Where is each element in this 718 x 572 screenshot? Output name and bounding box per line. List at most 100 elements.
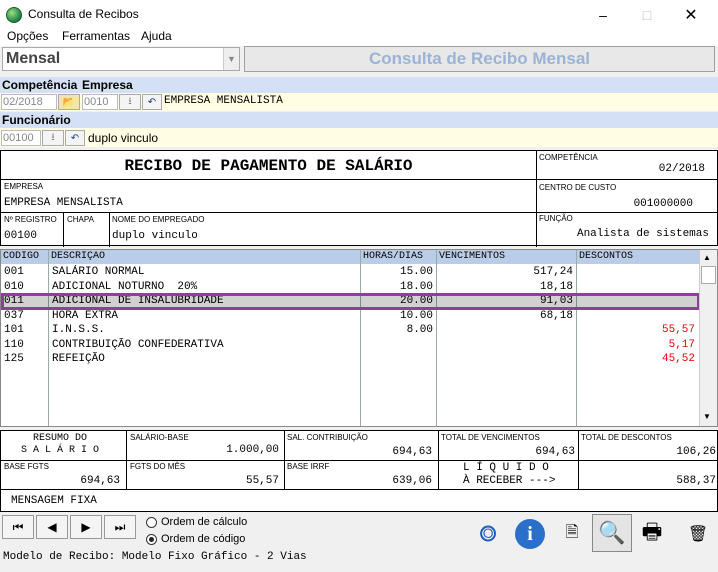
cell-code: 037 (4, 309, 24, 322)
menu-opcoes[interactable]: Opções (7, 29, 48, 43)
table-row[interactable]: 101 I.N.S.S. 8.00 55,57 (1, 323, 699, 338)
prev-record-button[interactable]: ◀ (36, 515, 68, 539)
cell-vencimento: 68,18 (539, 309, 573, 322)
network-icon[interactable]: ⭗ (468, 515, 508, 553)
document-refresh-icon[interactable]: 🗎 (552, 515, 592, 553)
mode-select[interactable]: Mensal ▼ (2, 47, 240, 71)
empresa-code-input[interactable]: 0010 (82, 94, 118, 110)
menu-ferramentas[interactable]: Ferramentas (62, 29, 130, 43)
items-grid: CÓDIGO DESCRIÇÃO HORAS/DIAS VENCIMENTOS … (0, 249, 718, 427)
funcionario-name: duplo vinculo (88, 131, 159, 145)
empresa-name: EMPRESA MENSALISTA (164, 95, 283, 107)
liquido-line2: À RECEBER ---> (463, 475, 556, 487)
page-banner: Consulta de Recibo Mensal (244, 46, 715, 72)
scroll-up-icon[interactable]: ▲ (703, 253, 711, 262)
cell-desconto: 45,52 (661, 353, 695, 365)
download-icon[interactable]: ⭳ (42, 130, 64, 146)
col-vencimentos: VENCIMENTOS (439, 251, 506, 262)
col-horas: HORAS/DIAS (363, 251, 424, 262)
menu-bar: Opções Ferramentas Ajuda (0, 27, 718, 46)
menu-ajuda[interactable]: Ajuda (141, 29, 172, 43)
order-calc-radio[interactable] (146, 517, 157, 528)
registro-caption: Nº REGISTRO (4, 215, 57, 224)
printer-icon[interactable]: 🖶 (632, 515, 672, 553)
cell-desconto: 55,57 (661, 324, 695, 336)
order-code-radio[interactable] (146, 534, 157, 545)
cell-hours: 15.00 (399, 266, 433, 278)
filter-row: 02/2018 📂 0010 ⭳ ↶ EMPRESA MENSALISTA (0, 93, 718, 111)
sal-contrib-value: 694,63 (392, 446, 432, 458)
close-button[interactable]: ✕ (668, 0, 714, 30)
cell-description: SALÁRIO NORMAL (52, 266, 145, 278)
grid-body: 001 SALÁRIO NORMAL 15.00 517,24 010 ADICIONAL… (1, 265, 699, 425)
selected-row-highlight (1, 293, 700, 310)
cell-hours: 8.00 (406, 324, 433, 336)
total-desc-caption: TOTAL DE DESCONTOS (581, 433, 672, 442)
mensagem-fixa: MENSAGEM FIXA (11, 495, 97, 507)
table-row[interactable]: 125 REFEIÇÃO 45,52 (1, 352, 699, 367)
receipt-header: RECIBO DE PAGAMENTO DE SALÁRIO COMPETÊNC… (0, 150, 718, 247)
cell-description: ADICIONAL NOTURNO 20% (52, 280, 198, 293)
table-row[interactable]: 110 CONTRIBUIÇÃO CONFEDERATIVA 5,17 (1, 338, 699, 353)
centro-caption: CENTRO DE CUSTO (539, 183, 617, 192)
centro-value: 001000000 (633, 198, 693, 210)
funcionario-code-input[interactable]: 00100 (1, 130, 41, 146)
total-venc-value: 694,63 (535, 446, 575, 458)
competencia-caption: COMPETÊNCIA (539, 153, 598, 162)
undo-icon[interactable]: ↶ (142, 94, 162, 110)
mode-select-value: Mensal (6, 50, 61, 67)
col-codigo: CÓDIGO (3, 251, 40, 262)
empresa-label: Empresa (82, 78, 133, 92)
salario-base-caption: SALÁRIO-BASE (130, 433, 189, 442)
grid-scrollbar[interactable]: ▲ ▼ (699, 250, 717, 426)
empresa-caption: EMPRESA (4, 182, 44, 191)
cell-code: 101 (4, 324, 24, 336)
maximize-button[interactable]: □ (624, 0, 670, 30)
cell-description: HORA EXTRA (52, 309, 119, 322)
trash-icon[interactable]: 🗑 (678, 515, 718, 553)
folder-icon[interactable]: 📂 (58, 94, 80, 110)
scroll-thumb[interactable] (701, 266, 716, 284)
receipt-title: RECIBO DE PAGAMENTO DE SALÁRIO (124, 157, 413, 175)
app-window: Consulta de Recibos – □ ✕ Opções Ferrame… (0, 0, 718, 572)
scroll-down-icon[interactable]: ▼ (703, 412, 711, 421)
nome-caption: NOME DO EMPREGADO (112, 215, 205, 224)
grid-header: CÓDIGO DESCRIÇÃO HORAS/DIAS VENCIMENTOS … (1, 250, 699, 264)
undo-icon[interactable]: ↶ (65, 130, 85, 146)
window-title: Consulta de Recibos (28, 7, 139, 21)
title-bar: Consulta de Recibos – □ ✕ (0, 0, 718, 30)
order-calc-label: Ordem de cálculo (161, 516, 248, 528)
funcionario-header: Funcionário (0, 112, 718, 128)
fgts-mes-caption: FGTS DO MÊS (130, 462, 186, 471)
chevron-down-icon[interactable]: ▼ (223, 48, 239, 70)
base-irrf-caption: BASE IRRF (287, 462, 330, 471)
col-descricao: DESCRIÇÃO (51, 251, 106, 262)
cell-description: I.N.S.S. (52, 324, 105, 336)
first-record-button[interactable]: ⏮ (2, 515, 34, 539)
cell-vencimento: 18,18 (539, 280, 573, 293)
total-venc-caption: TOTAL DE VENCIMENTOS (441, 433, 540, 442)
minimize-button[interactable]: – (580, 0, 626, 30)
table-row[interactable]: 010 ADICIONAL NOTURNO 20% 18.00 18,18 (1, 280, 699, 295)
next-record-button[interactable]: ▶ (70, 515, 102, 539)
cell-code: 010 (4, 280, 24, 293)
cell-description: CONTRIBUIÇÃO CONFEDERATIVA (52, 338, 224, 351)
cell-desconto: 5,17 (668, 338, 695, 351)
status-text: Modelo de Recibo: Modelo Fixo Gráfico - … (3, 551, 307, 563)
funcao-value: Analista de sistemas (576, 228, 709, 240)
table-row[interactable]: 001 SALÁRIO NORMAL 15.00 517,24 (1, 265, 699, 280)
cell-hours: 18.00 (399, 280, 433, 293)
liquido-value: 588,37 (676, 475, 716, 487)
col-descontos: DESCONTOS (579, 251, 634, 262)
competencia-input[interactable]: 02/2018 (1, 94, 57, 110)
base-fgts-caption: BASE FGTS (4, 462, 49, 471)
download-icon[interactable]: ⭳ (119, 94, 141, 110)
funcionario-row: 00100 ⭳ ↶ duplo vinculo (0, 128, 718, 147)
base-fgts-value: 694,63 (80, 475, 120, 487)
last-record-button[interactable]: ⏭ (104, 515, 136, 539)
cell-code: 001 (4, 266, 24, 278)
funcionario-label: Funcionário (2, 113, 71, 127)
table-row[interactable]: 037 HORA EXTRA 10.00 68,18 (1, 309, 699, 324)
info-icon[interactable]: i (510, 515, 550, 553)
preview-icon[interactable]: 🔍 (592, 514, 632, 552)
